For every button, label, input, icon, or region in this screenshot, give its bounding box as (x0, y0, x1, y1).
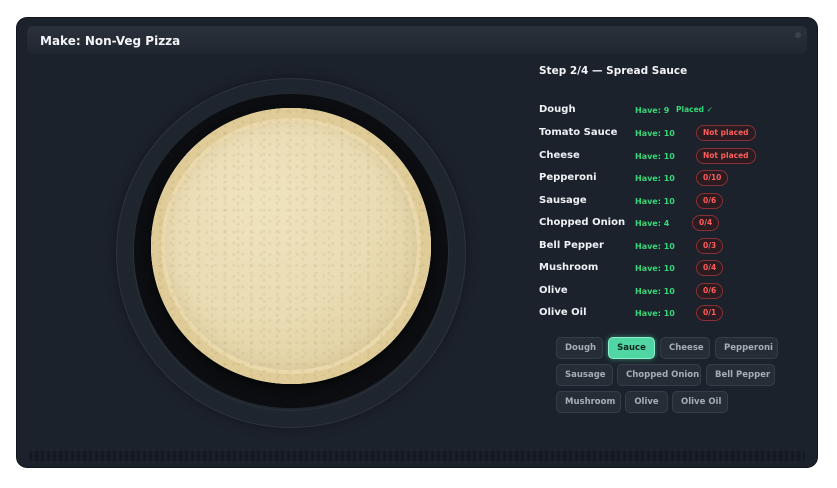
ingredient-name: Olive (539, 285, 568, 296)
ingredient-have: Have: 4 (635, 219, 670, 228)
title-bar: Make: Non-Veg Pizza (27, 26, 807, 54)
ingredient-have: Have: 10 (635, 129, 675, 138)
ingredient-row: Olive Oil Have: 10 0/1 (539, 305, 779, 323)
tool-button-sauce[interactable]: Sauce (608, 337, 655, 359)
bottom-strip (29, 451, 805, 461)
tool-button-bell-pepper[interactable]: Bell Pepper (706, 364, 775, 386)
ingredient-have: Have: 10 (635, 309, 675, 318)
ingredient-row: Mushroom Have: 10 0/4 (539, 260, 779, 278)
ingredient-name: Sausage (539, 195, 587, 206)
ingredient-row: Tomato Sauce Have: 10 Not placed (539, 125, 779, 143)
ingredient-name: Olive Oil (539, 307, 587, 318)
ingredient-status: Placed ✓ (676, 105, 713, 114)
tool-button-dough[interactable]: Dough (556, 337, 603, 359)
ingredient-status: 0/1 (696, 305, 724, 321)
ingredient-name: Tomato Sauce (539, 127, 618, 138)
ingredient-row: Sausage Have: 10 0/6 (539, 193, 779, 211)
ingredient-have: Have: 10 (635, 242, 675, 251)
tool-button-chopped-onion[interactable]: Chopped Onion (617, 364, 701, 386)
ingredient-status: 0/6 (696, 283, 724, 299)
ingredient-have: Have: 10 (635, 152, 675, 161)
ingredient-name: Chopped Onion (539, 217, 626, 228)
ingredient-have: Have: 9 (635, 106, 670, 115)
tool-button-sausage[interactable]: Sausage (556, 364, 613, 386)
ingredient-row: Chopped Onion Have: 4 0/4 (539, 215, 779, 233)
ingredient-name: Pepperoni (539, 172, 597, 183)
ingredient-status: Not placed (696, 148, 756, 164)
ingredient-status: 0/4 (696, 260, 724, 276)
ingredient-status: 0/10 (696, 170, 729, 186)
tool-button-cheese[interactable]: Cheese (660, 337, 710, 359)
ingredient-have: Have: 10 (635, 197, 675, 206)
ingredient-status: 0/6 (696, 193, 724, 209)
ingredient-row: Bell Pepper Have: 10 0/3 (539, 238, 779, 256)
ingredient-row: Dough Have: 9 Placed ✓ (539, 102, 779, 120)
ingredient-status: 0/4 (692, 215, 720, 231)
ingredient-status: 0/3 (696, 238, 724, 254)
tool-button-pepperoni[interactable]: Pepperoni (715, 337, 778, 359)
pizza-dough[interactable] (151, 108, 431, 384)
window-title: Make: Non-Veg Pizza (40, 34, 181, 48)
ingredient-row: Cheese Have: 10 Not placed (539, 148, 779, 166)
ingredient-name: Bell Pepper (539, 240, 604, 251)
ingredient-name: Cheese (539, 150, 580, 161)
tool-button-mushroom[interactable]: Mushroom (556, 391, 621, 413)
ingredient-have: Have: 10 (635, 174, 675, 183)
ingredient-have: Have: 10 (635, 264, 675, 273)
ingredient-row: Olive Have: 10 0/6 (539, 283, 779, 301)
tool-button-olive-oil[interactable]: Olive Oil (672, 391, 728, 413)
tool-button-olive[interactable]: Olive (625, 391, 668, 413)
ingredient-have: Have: 10 (635, 287, 675, 296)
ingredient-name: Dough (539, 104, 576, 115)
ingredient-name: Mushroom (539, 262, 599, 273)
ingredient-status: Not placed (696, 125, 756, 141)
title-bar-dot-icon (795, 32, 801, 38)
ingredient-row: Pepperoni Have: 10 0/10 (539, 170, 779, 188)
step-title: Step 2/4 — Spread Sauce (539, 65, 688, 77)
